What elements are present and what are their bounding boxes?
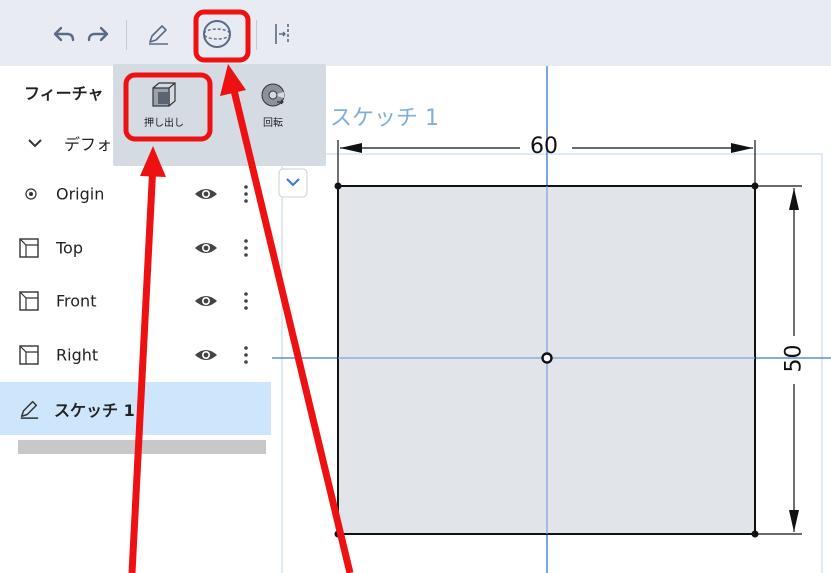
redo-button[interactable] bbox=[80, 14, 116, 54]
undo-button[interactable] bbox=[46, 14, 82, 54]
revolve-button[interactable]: 回転 bbox=[240, 80, 306, 142]
extrude-label: 押し出し bbox=[144, 118, 184, 129]
chevron-down-icon bbox=[28, 138, 42, 147]
tree-item-label: Front bbox=[56, 291, 97, 310]
origin-point bbox=[541, 352, 553, 364]
toolbar-divider bbox=[126, 20, 127, 50]
tree-item-top[interactable]: Top bbox=[0, 221, 272, 274]
undo-icon bbox=[53, 26, 75, 42]
tree-item-label: Right bbox=[56, 345, 99, 364]
toolbar-divider bbox=[256, 20, 257, 50]
tree-item-origin[interactable]: Origin bbox=[0, 167, 272, 220]
collapse-toggle[interactable] bbox=[278, 168, 308, 198]
tree-item-right[interactable]: Right bbox=[0, 328, 272, 381]
kebab-menu-icon[interactable] bbox=[243, 184, 249, 204]
plane-icon bbox=[19, 237, 39, 258]
eye-icon[interactable] bbox=[194, 240, 218, 256]
eye-icon[interactable] bbox=[194, 347, 218, 363]
solid-button[interactable] bbox=[199, 14, 235, 54]
revolve-label: 回転 bbox=[263, 118, 283, 129]
eye-icon[interactable] bbox=[194, 293, 218, 309]
eye-icon[interactable] bbox=[194, 186, 218, 202]
tree-item-label: Origin bbox=[56, 184, 105, 203]
height-dimension-label[interactable]: 50 bbox=[782, 345, 807, 373]
constraint-icon bbox=[275, 24, 289, 44]
tree-item-label: スケッチ 1 bbox=[54, 400, 135, 420]
width-dimension-label[interactable]: 60 bbox=[530, 134, 558, 159]
solid-sphere-icon bbox=[203, 20, 231, 48]
tree-item-front[interactable]: Front bbox=[0, 274, 272, 327]
tree-item-sketch[interactable]: スケッチ 1 bbox=[0, 382, 271, 435]
kebab-menu-icon[interactable] bbox=[243, 345, 249, 365]
origin-icon bbox=[25, 187, 37, 200]
tree-item-label: Top bbox=[56, 238, 83, 257]
group-label: デフォ bbox=[64, 134, 113, 154]
kebab-menu-icon[interactable] bbox=[243, 291, 249, 311]
plane-icon bbox=[19, 344, 39, 365]
chevron-down-icon bbox=[278, 168, 308, 198]
rebuild-bar bbox=[18, 440, 266, 454]
graphics-canvas[interactable]: 60 50 bbox=[272, 66, 831, 573]
sketch-button[interactable] bbox=[140, 14, 176, 54]
solid-tools-popup: 押し出し 回転 bbox=[113, 64, 326, 166]
pencil-icon bbox=[20, 400, 39, 419]
plane-icon bbox=[19, 290, 39, 311]
kebab-menu-icon[interactable] bbox=[243, 238, 249, 258]
redo-icon bbox=[87, 26, 109, 42]
revolve-icon bbox=[261, 83, 285, 107]
constraint-button[interactable] bbox=[264, 14, 300, 54]
toolbar bbox=[0, 0, 831, 66]
panel-title: フィーチャ bbox=[24, 84, 104, 103]
pencil-icon bbox=[149, 25, 168, 45]
sketch-title: スケッチ 1 bbox=[330, 106, 439, 131]
extrude-button[interactable]: 押し出し bbox=[131, 80, 197, 142]
extrude-icon bbox=[152, 82, 176, 107]
